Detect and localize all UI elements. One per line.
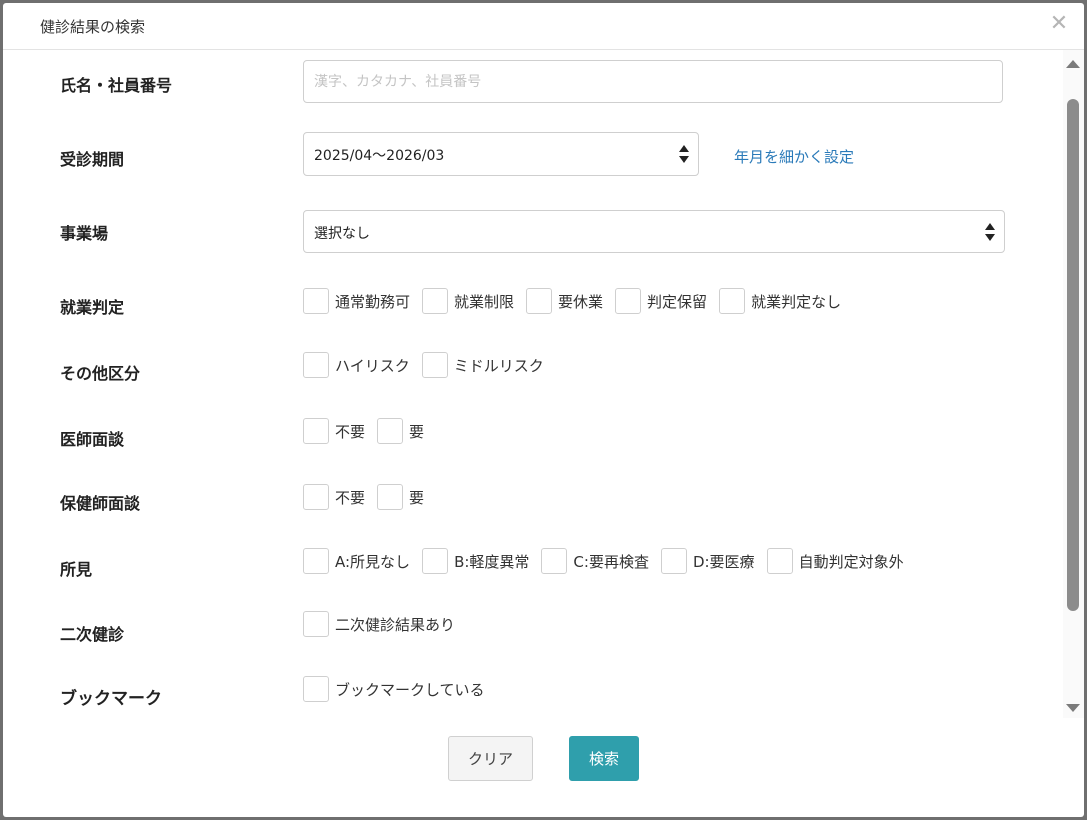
scroll-up-arrow-icon[interactable] (1066, 60, 1080, 68)
checkbox-box[interactable] (303, 418, 329, 444)
dialog-header: 健診結果の検索 ✕ (3, 3, 1084, 50)
site-select[interactable]: 選択なし (303, 210, 1005, 253)
label-name: 氏名・社員番号 (60, 76, 173, 95)
checkbox-secondary-result[interactable]: 二次健診結果あり (303, 611, 455, 637)
name-input[interactable] (303, 60, 1003, 103)
label-bookmark: ブックマーク (60, 689, 162, 709)
bookmark-options: ブックマークしている (303, 676, 497, 702)
checkbox-finding-a[interactable]: A:所見なし (303, 548, 410, 574)
vertical-scrollbar[interactable] (1063, 50, 1084, 718)
checkbox-box[interactable] (526, 288, 553, 314)
checkbox-finding-auto-excluded[interactable]: 自動判定対象外 (766, 548, 904, 574)
other-options: ハイリスク ミドルリスク (303, 352, 556, 378)
close-icon[interactable]: ✕ (1048, 13, 1070, 35)
checkbox-box[interactable] (615, 288, 642, 314)
checkbox-middle-risk[interactable]: ミドルリスク (421, 352, 544, 378)
clear-button[interactable]: クリア (448, 736, 533, 781)
updown-arrow-icon (985, 223, 995, 241)
updown-arrow-icon (679, 145, 689, 163)
checkbox-box[interactable] (303, 676, 329, 702)
search-dialog: 健診結果の検索 ✕ 氏名・社員番号 受診期間 2025/04〜2026/03 年… (3, 3, 1084, 817)
checkbox-box[interactable] (303, 288, 329, 314)
label-secondary: 二次健診 (60, 625, 125, 644)
work-judgement-options: 通常勤務可 就業制限 要休業 判定保留 就業判定なし (303, 288, 853, 314)
checkbox-work-ok[interactable]: 通常勤務可 (303, 288, 410, 314)
dialog-body: 氏名・社員番号 受診期間 2025/04〜2026/03 年月を細かく設定 事業… (3, 50, 1063, 718)
checkbox-box[interactable] (422, 288, 449, 314)
checkbox-finding-b[interactable]: B:軽度異常 (422, 548, 529, 574)
checkbox-nurse-not-needed[interactable]: 不要 (303, 484, 365, 510)
doctor-interview-options: 不要 要 (303, 418, 436, 444)
findings-options: A:所見なし B:軽度異常 C:要再検査 D:要医療 自動判定対象外 (303, 548, 916, 574)
checkbox-box[interactable] (377, 484, 404, 510)
label-findings: 所見 (60, 560, 93, 579)
checkbox-work-leave[interactable]: 要休業 (526, 288, 603, 314)
checkbox-doctor-needed[interactable]: 要 (377, 418, 424, 444)
checkbox-box[interactable] (541, 548, 568, 574)
checkbox-finding-d[interactable]: D:要医療 (660, 548, 755, 574)
label-work-judgement: 就業判定 (60, 298, 125, 317)
period-detail-link[interactable]: 年月を細かく設定 (734, 146, 854, 167)
checkbox-box[interactable] (377, 418, 404, 444)
label-nurse-interview: 保健師面談 (60, 494, 141, 513)
label-period: 受診期間 (60, 150, 125, 169)
checkbox-box[interactable] (303, 611, 329, 637)
checkbox-work-restricted[interactable]: 就業制限 (422, 288, 514, 314)
checkbox-box[interactable] (303, 352, 329, 378)
scroll-down-arrow-icon[interactable] (1066, 704, 1080, 712)
checkbox-box[interactable] (303, 484, 329, 510)
checkbox-box[interactable] (766, 548, 793, 574)
checkbox-box[interactable] (660, 548, 687, 574)
period-select-value: 2025/04〜2026/03 (314, 148, 445, 164)
checkbox-high-risk[interactable]: ハイリスク (303, 352, 410, 378)
nurse-interview-options: 不要 要 (303, 484, 436, 510)
checkbox-bookmarked[interactable]: ブックマークしている (303, 676, 485, 702)
checkbox-box[interactable] (303, 548, 329, 574)
checkbox-work-pending[interactable]: 判定保留 (615, 288, 707, 314)
dialog-footer: クリア 検索 (3, 718, 1084, 817)
checkbox-finding-c[interactable]: C:要再検査 (541, 548, 649, 574)
period-select[interactable]: 2025/04〜2026/03 (303, 132, 699, 176)
checkbox-box[interactable] (719, 288, 746, 314)
dialog-title: 健診結果の検索 (40, 18, 146, 36)
label-other: その他区分 (60, 364, 141, 383)
checkbox-nurse-needed[interactable]: 要 (377, 484, 424, 510)
checkbox-box[interactable] (421, 352, 448, 378)
checkbox-work-none[interactable]: 就業判定なし (719, 288, 841, 314)
scrollbar-thumb[interactable] (1067, 99, 1079, 611)
label-doctor-interview: 医師面談 (60, 430, 125, 449)
label-site: 事業場 (60, 224, 109, 243)
checkbox-doctor-not-needed[interactable]: 不要 (303, 418, 365, 444)
checkbox-box[interactable] (422, 548, 449, 574)
secondary-options: 二次健診結果あり (303, 611, 467, 637)
site-select-value: 選択なし (314, 226, 370, 242)
search-button[interactable]: 検索 (569, 736, 639, 781)
